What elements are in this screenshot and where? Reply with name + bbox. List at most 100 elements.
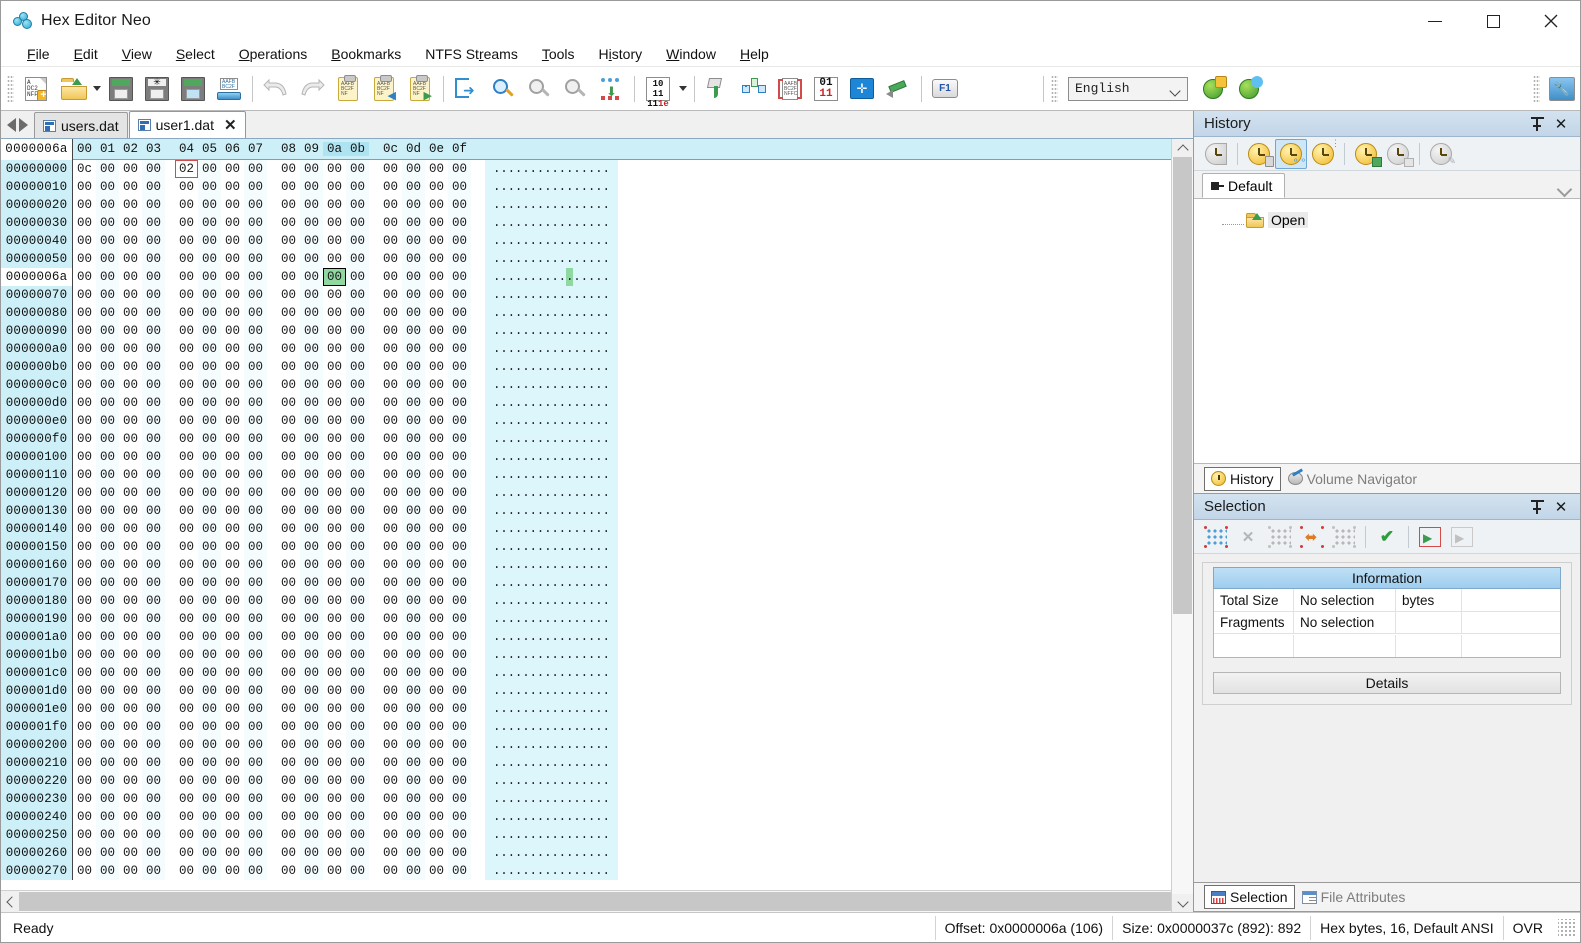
hex-byte-cell[interactable]: 00 [73,808,96,826]
hex-byte-cell[interactable]: 00 [198,772,221,790]
hex-byte-cell[interactable]: 00 [142,610,165,628]
ascii-char[interactable]: . [566,340,574,358]
ascii-char[interactable]: . [529,322,537,340]
ascii-char[interactable]: . [522,862,530,880]
ascii-char[interactable]: . [566,790,574,808]
ascii-char[interactable]: . [551,412,559,430]
hex-byte-cell[interactable]: 00 [221,196,244,214]
hex-byte-cell[interactable]: 00 [346,250,369,268]
hex-byte-cell[interactable]: 00 [425,610,448,628]
ascii-char[interactable]: . [566,844,574,862]
hex-byte-cell[interactable]: 00 [119,700,142,718]
hex-byte-cell[interactable]: 00 [448,628,471,646]
hex-byte-cell[interactable]: 00 [425,178,448,196]
hex-byte-cell[interactable]: 00 [175,646,198,664]
ascii-char[interactable]: . [529,412,537,430]
hex-byte-cell[interactable]: 00 [244,862,267,880]
bookmark-icon[interactable] [737,72,771,106]
ascii-char[interactable]: . [573,268,581,286]
ascii-char[interactable]: . [522,736,530,754]
hex-byte-cell[interactable]: 00 [346,736,369,754]
hex-byte-cell[interactable]: 00 [379,232,402,250]
hex-byte-cell[interactable]: 00 [221,664,244,682]
ascii-char[interactable]: . [551,340,559,358]
hex-byte-cell[interactable]: 00 [119,322,142,340]
ascii-char[interactable]: . [573,862,581,880]
hex-byte-cell[interactable]: 00 [244,538,267,556]
ascii-char[interactable]: . [508,736,516,754]
ascii-char[interactable]: . [588,214,596,232]
ascii-char[interactable]: . [508,808,516,826]
ascii-char[interactable]: . [493,790,501,808]
ascii-column[interactable]: ................ [485,700,618,718]
hex-byte-cell[interactable]: 00 [277,232,300,250]
hex-byte-cell[interactable]: 00 [277,538,300,556]
hex-byte-cell[interactable]: 00 [323,520,346,538]
hex-byte-cell[interactable]: 00 [402,358,425,376]
hex-byte-cell[interactable]: 00 [300,214,323,232]
hex-byte-cell[interactable]: 00 [198,556,221,574]
ascii-char[interactable]: . [544,718,552,736]
ascii-char[interactable]: . [573,286,581,304]
hex-byte-cell[interactable]: 00 [142,322,165,340]
ascii-char[interactable]: . [573,160,581,178]
open-dropdown-caret[interactable] [90,72,103,106]
hex-byte-cell[interactable]: 00 [96,664,119,682]
hex-byte-cell[interactable]: 00 [96,232,119,250]
hex-byte-cell[interactable]: 00 [346,502,369,520]
hex-byte-cell[interactable]: 00 [119,268,142,286]
ascii-char[interactable]: . [573,502,581,520]
hex-byte-cell[interactable]: 00 [96,574,119,592]
hex-byte-cell[interactable]: 00 [379,520,402,538]
ascii-char[interactable]: . [573,304,581,322]
ascii-char[interactable]: . [544,574,552,592]
ascii-char[interactable]: . [500,430,508,448]
hex-byte-cell[interactable]: 00 [96,196,119,214]
hex-header-cell-0b[interactable]: 0b [346,142,369,156]
ascii-char[interactable]: . [559,448,567,466]
hex-byte-cell[interactable]: 00 [221,322,244,340]
hex-byte-cell[interactable]: 00 [300,808,323,826]
ascii-char[interactable]: . [559,610,567,628]
ascii-char[interactable]: . [500,610,508,628]
ascii-char[interactable]: . [522,556,530,574]
hex-byte-cell[interactable]: 00 [300,790,323,808]
ascii-char[interactable]: . [529,610,537,628]
ascii-char[interactable]: . [537,574,545,592]
ascii-char[interactable]: . [602,700,610,718]
hex-byte-cell[interactable]: 00 [119,358,142,376]
ascii-char[interactable]: . [559,376,567,394]
hex-byte-cell[interactable]: 00 [323,412,346,430]
ascii-char[interactable]: . [537,538,545,556]
ascii-char[interactable]: . [500,556,508,574]
hex-byte-cell[interactable]: 00 [198,250,221,268]
ascii-char[interactable]: . [566,718,574,736]
hex-byte-cell[interactable]: 00 [346,844,369,862]
ascii-char[interactable]: . [529,718,537,736]
ascii-column[interactable]: ................ [485,304,618,322]
hex-byte-cell[interactable]: 00 [96,754,119,772]
hex-byte-cell[interactable]: 00 [323,430,346,448]
ascii-char[interactable]: . [544,448,552,466]
vscroll-down-arrow[interactable] [1172,894,1193,912]
hex-byte-cell[interactable]: 00 [96,700,119,718]
hex-byte-cell[interactable]: 00 [300,304,323,322]
hex-byte-cell[interactable]: 00 [448,322,471,340]
ascii-char[interactable]: . [588,268,596,286]
hex-byte-cell[interactable]: 00 [346,412,369,430]
ascii-char[interactable]: . [508,268,516,286]
ascii-char[interactable]: . [573,718,581,736]
ascii-char[interactable]: . [515,394,523,412]
hex-byte-cell[interactable]: 00 [73,430,96,448]
hex-byte-cell[interactable]: 00 [300,232,323,250]
ascii-char[interactable]: . [537,808,545,826]
hex-byte-cell[interactable]: 00 [379,790,402,808]
ascii-char[interactable]: . [602,718,610,736]
ascii-char[interactable]: . [522,232,530,250]
add-language-icon[interactable] [1196,72,1230,106]
hex-byte-cell[interactable]: 00 [244,736,267,754]
hex-byte-cell[interactable]: 00 [198,502,221,520]
hex-byte-cell[interactable]: 00 [198,826,221,844]
ascii-char[interactable]: . [595,574,603,592]
dock-tab-history[interactable]: History [1204,466,1281,491]
